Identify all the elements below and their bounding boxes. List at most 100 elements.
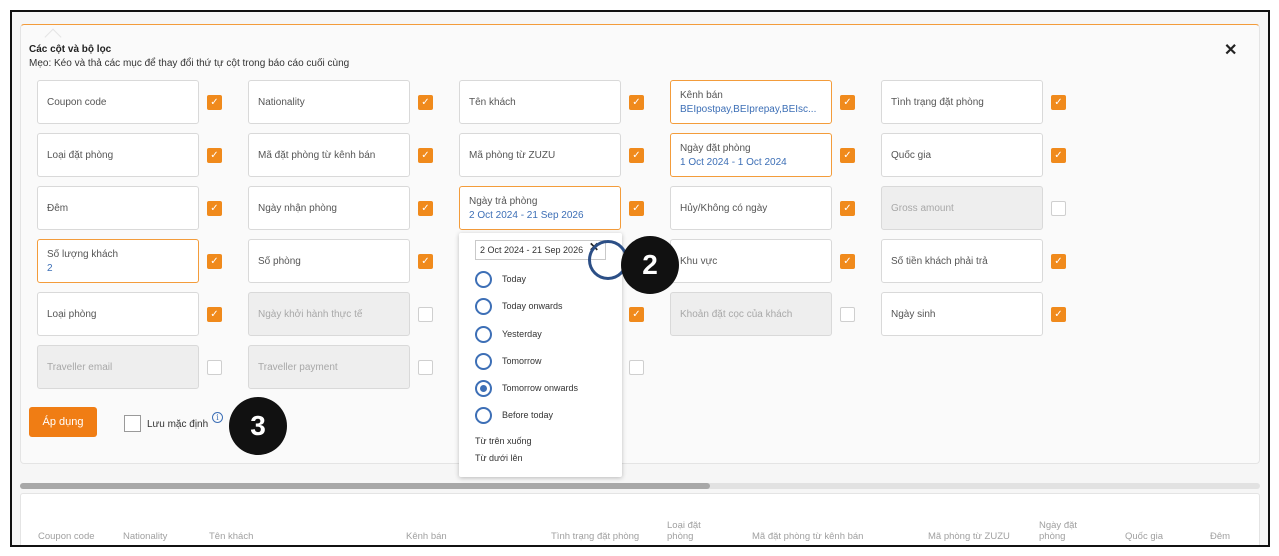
field-label: Kênh bán xyxy=(680,89,723,101)
close-icon[interactable]: ✕ xyxy=(1224,40,1237,60)
field-khu-vuc[interactable]: Khu vực xyxy=(670,239,832,283)
field-label: Số lượng khách xyxy=(47,248,119,260)
field-ngay-khoi-hanh[interactable]: Ngày khởi hành thực tế xyxy=(248,292,410,336)
field-gross-amount[interactable]: Gross amount xyxy=(881,186,1043,230)
checkbox-so-phong[interactable]: ✓ xyxy=(418,254,433,269)
checkbox-ma-dp-kenh-ban[interactable]: ✓ xyxy=(418,148,433,163)
checkbox-loai-dat-phong[interactable]: ✓ xyxy=(207,148,222,163)
sort-descending[interactable]: Từ trên xuống xyxy=(475,436,532,446)
checkbox-ngay-dat-phong[interactable]: ✓ xyxy=(840,148,855,163)
field-label: Loại đặt phòng xyxy=(47,149,114,161)
checkbox-gross-amount[interactable] xyxy=(1051,201,1066,216)
field-traveller-payment[interactable]: Traveller payment xyxy=(248,345,410,389)
option-tomorrow[interactable]: Tomorrow xyxy=(475,352,542,370)
column-header: Loại đặt phòng xyxy=(667,520,701,542)
save-default-checkbox[interactable] xyxy=(124,415,141,432)
checkbox-nationality[interactable]: ✓ xyxy=(418,95,433,110)
field-ma-phong-zuzu[interactable]: Mã phòng từ ZUZU xyxy=(459,133,621,177)
field-ngay-dat-phong[interactable]: Ngày đặt phòng 1 Oct 2024 - 1 Oct 2024 xyxy=(670,133,832,177)
radio-icon xyxy=(475,270,492,288)
field-ten-khach[interactable]: Tên khách xyxy=(459,80,621,124)
checkbox-ngay-nhan-phong[interactable]: ✓ xyxy=(418,201,433,216)
field-ngay-sinh[interactable]: Ngày sinh xyxy=(881,292,1043,336)
checkbox-ngay-sinh[interactable]: ✓ xyxy=(1051,307,1066,322)
checkbox-traveller-email[interactable] xyxy=(207,360,222,375)
option-label: Before today xyxy=(502,410,554,420)
checkbox-huy-khong-co-ngay[interactable]: ✓ xyxy=(840,201,855,216)
checkbox-traveller-payment[interactable] xyxy=(418,360,433,375)
checkbox-ma-phong-zuzu[interactable]: ✓ xyxy=(629,148,644,163)
column-header: Coupon code xyxy=(38,531,95,542)
column-header: Tên khách xyxy=(209,531,254,542)
column-header: Nationality xyxy=(123,531,168,542)
step-badge-2: 2 xyxy=(621,236,679,294)
field-label: Coupon code xyxy=(47,96,107,108)
checkbox-kenh-ban[interactable]: ✓ xyxy=(840,95,855,110)
option-label: Tomorrow onwards xyxy=(502,383,579,393)
field-quoc-gia[interactable]: Quốc gia xyxy=(881,133,1043,177)
field-label: Gross amount xyxy=(891,202,954,214)
column-header: Đêm xyxy=(1210,531,1231,542)
field-ngay-tra-phong[interactable]: Ngày trả phòng 2 Oct 2024 - 21 Sep 2026 xyxy=(459,186,621,230)
horizontal-scrollbar[interactable] xyxy=(20,483,1260,489)
dialog-title: Các cột và bộ lọc xyxy=(29,44,112,55)
checkbox-dem[interactable]: ✓ xyxy=(207,201,222,216)
option-before-today[interactable]: Before today xyxy=(475,406,553,424)
report-table-header: Coupon code Nationality Tên khách Kênh b… xyxy=(20,493,1260,545)
checkbox-ngay-tra-phong[interactable]: ✓ xyxy=(629,201,644,216)
field-label: Hủy/Không có ngày xyxy=(680,202,768,214)
checkbox-so-tien-khach-tra[interactable]: ✓ xyxy=(1051,254,1066,269)
option-yesterday[interactable]: Yesterday xyxy=(475,325,542,343)
checkbox-ten-khach[interactable]: ✓ xyxy=(629,95,644,110)
field-label: Ngày nhận phòng xyxy=(258,202,337,214)
info-icon[interactable]: i xyxy=(212,412,223,423)
checkbox-col3-row5[interactable]: ✓ xyxy=(629,307,644,322)
option-today-onwards[interactable]: Today onwards xyxy=(475,297,563,315)
option-today[interactable]: Today xyxy=(475,270,526,288)
field-label: Số phòng xyxy=(258,255,301,267)
field-nationality[interactable]: Nationality xyxy=(248,80,410,124)
field-so-luong-khach[interactable]: Số lượng khách 2 xyxy=(37,239,199,283)
field-dem[interactable]: Đêm xyxy=(37,186,199,230)
field-value: 2 xyxy=(47,262,53,274)
sort-ascending[interactable]: Từ dưới lên xyxy=(475,453,522,463)
field-label: Nationality xyxy=(258,96,305,108)
checkbox-col3-row6[interactable] xyxy=(629,360,644,375)
field-coupon-code[interactable]: Coupon code xyxy=(37,80,199,124)
field-loai-dat-phong[interactable]: Loại đặt phòng xyxy=(37,133,199,177)
field-loai-phong[interactable]: Loại phòng xyxy=(37,292,199,336)
date-range-input[interactable]: 2 Oct 2024 - 21 Sep 2026 xyxy=(475,240,606,260)
field-kenh-ban[interactable]: Kênh bán BEIpostpay,BEIprepay,BEIsc... xyxy=(670,80,832,124)
option-label: Today xyxy=(502,274,527,284)
field-tinh-trang[interactable]: Tình trạng đặt phòng xyxy=(881,80,1043,124)
option-tomorrow-onwards[interactable]: Tomorrow onwards xyxy=(475,379,578,397)
field-so-phong[interactable]: Số phòng xyxy=(248,239,410,283)
field-khoan-dat-coc[interactable]: Khoản đặt cọc của khách xyxy=(670,292,832,336)
field-label: Ngày đặt phòng xyxy=(680,142,751,154)
field-traveller-email[interactable]: Traveller email xyxy=(37,345,199,389)
checkbox-coupon-code[interactable]: ✓ xyxy=(207,95,222,110)
checkbox-quoc-gia[interactable]: ✓ xyxy=(1051,148,1066,163)
panel-pointer xyxy=(44,28,62,46)
checkbox-khoan-dat-coc[interactable] xyxy=(840,307,855,322)
field-value: BEIpostpay,BEIprepay,BEIsc... xyxy=(680,103,817,115)
checkbox-loai-phong[interactable]: ✓ xyxy=(207,307,222,322)
field-ma-dp-kenh-ban[interactable]: Mã đặt phòng từ kênh bán xyxy=(248,133,410,177)
field-label: Mã phòng từ ZUZU xyxy=(469,149,556,161)
checkbox-ngay-khoi-hanh[interactable] xyxy=(418,307,433,322)
field-ngay-nhan-phong[interactable]: Ngày nhận phòng xyxy=(248,186,410,230)
checkbox-khu-vuc[interactable]: ✓ xyxy=(840,254,855,269)
dialog-tip: Mẹo: Kéo và thả các mục để thay đổi thứ … xyxy=(29,58,350,69)
checkbox-so-luong-khach[interactable]: ✓ xyxy=(207,254,222,269)
field-label: Traveller email xyxy=(47,361,113,373)
field-label: Quốc gia xyxy=(891,149,932,161)
field-label: Đêm xyxy=(47,202,69,214)
field-label: Mã đặt phòng từ kênh bán xyxy=(258,149,376,161)
save-default-label: Lưu mặc định xyxy=(147,419,209,430)
scrollbar-thumb[interactable] xyxy=(20,483,710,489)
option-label: Today onwards xyxy=(502,301,563,311)
field-so-tien-khach-tra[interactable]: Số tiền khách phải trả xyxy=(881,239,1043,283)
field-huy-khong-co-ngay[interactable]: Hủy/Không có ngày xyxy=(670,186,832,230)
checkbox-tinh-trang[interactable]: ✓ xyxy=(1051,95,1066,110)
apply-button[interactable]: Áp dụng xyxy=(29,407,97,437)
